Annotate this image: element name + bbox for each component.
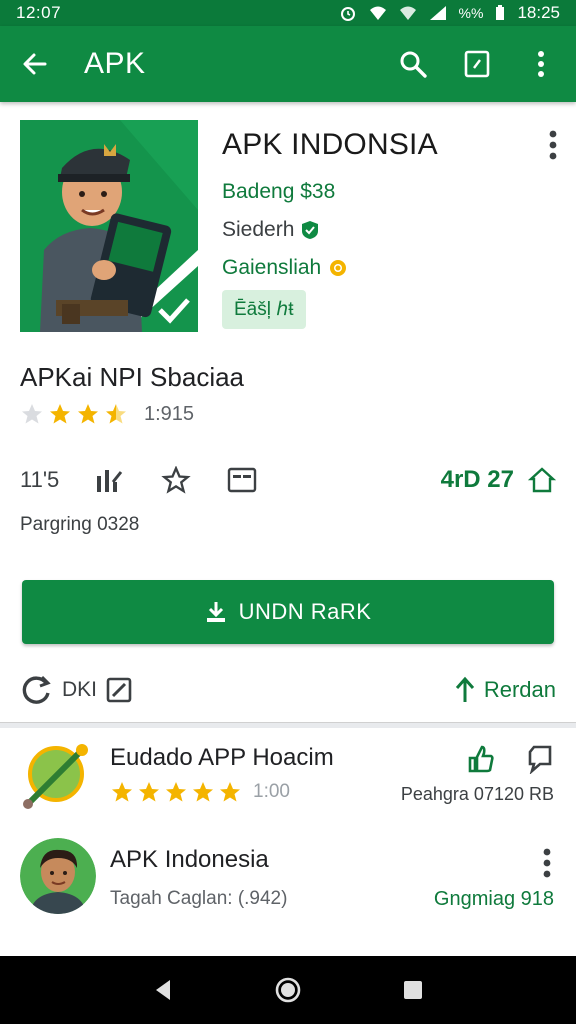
edit-icon[interactable] bbox=[460, 47, 494, 81]
stat-card[interactable] bbox=[227, 466, 257, 494]
system-nav-bar bbox=[0, 956, 576, 1024]
rating-row: 1:915 bbox=[20, 402, 194, 426]
app-icon bbox=[20, 120, 198, 332]
stat-downloads-value: 11'5 bbox=[20, 467, 60, 492]
wifi-icon bbox=[369, 6, 386, 20]
more-vert-icon[interactable] bbox=[542, 848, 552, 878]
arrow-up-icon bbox=[455, 676, 474, 702]
verified-icon bbox=[302, 221, 319, 239]
list-item-meta: Gngmiag 918 bbox=[433, 888, 554, 910]
list-item-subtitle: Tagah Caglan: (.942) bbox=[110, 888, 288, 909]
app-category-text[interactable]: Gaiensliah bbox=[222, 256, 321, 280]
signal-icon bbox=[429, 6, 446, 20]
star-icon bbox=[22, 404, 42, 424]
app-header: APK INDONSIA Badeng $38 Siederh Gaiensli… bbox=[20, 120, 560, 332]
list-item[interactable]: APK Indonesia Tagah Caglan: (.942) Gngmi… bbox=[0, 836, 576, 936]
star-icon bbox=[50, 404, 70, 424]
badge-icon bbox=[330, 260, 347, 276]
app-bar-actions bbox=[396, 47, 558, 81]
list-item-icon bbox=[20, 738, 96, 814]
list-item-title: Eudado APP Hoacim bbox=[110, 744, 334, 771]
status-time-right: 18:25 bbox=[517, 3, 560, 22]
app-bar: APK bbox=[0, 26, 576, 102]
refresh-icon bbox=[22, 675, 51, 704]
install-button-label: UNDN RaRK bbox=[238, 599, 372, 624]
star-half-icon bbox=[106, 404, 126, 424]
paging-text: Pargring 0328 bbox=[20, 514, 140, 535]
like-icon[interactable] bbox=[466, 744, 496, 774]
stats-right: 4rD 27 bbox=[441, 466, 556, 494]
status-icons: %% 18:25 bbox=[339, 3, 560, 23]
app-meta-text: Siederh bbox=[222, 218, 295, 241]
card-icon bbox=[228, 467, 257, 493]
back-nav-icon[interactable] bbox=[143, 970, 183, 1010]
content-rating-chip: Ēāšļ ℎŧ bbox=[222, 290, 306, 329]
search-icon[interactable] bbox=[396, 47, 430, 81]
wifi-icon-2 bbox=[399, 6, 416, 20]
star-outline-icon bbox=[161, 466, 191, 494]
app-name: APK INDONSIA bbox=[222, 128, 438, 161]
sub-actions: DKI Rerdan bbox=[20, 670, 556, 710]
avatar bbox=[20, 838, 96, 914]
image-icon[interactable] bbox=[105, 676, 133, 704]
star-icon bbox=[139, 782, 159, 802]
list-item-meta: Peahgra 07120 RB bbox=[400, 784, 554, 804]
download-icon bbox=[206, 602, 225, 622]
star-icon bbox=[166, 782, 186, 802]
install-button[interactable]: UNDN RaRK bbox=[22, 580, 554, 644]
comment-icon[interactable] bbox=[526, 744, 554, 774]
star-icon bbox=[220, 782, 240, 802]
status-bar: 12:07 %% 18:25 bbox=[0, 0, 576, 26]
stat-downloads: 11'5 bbox=[20, 467, 59, 493]
app-info: APK INDONSIA Badeng $38 Siederh Gaiensli… bbox=[222, 128, 542, 329]
sub-actions-left[interactable]: DKI bbox=[20, 673, 133, 707]
stat-chart bbox=[95, 466, 125, 494]
stats-right-text: 4rD 27 bbox=[440, 466, 514, 493]
app-meta-line: Siederh bbox=[222, 218, 542, 242]
sub-action-left-label: DKI bbox=[62, 678, 98, 701]
status-time-left: 12:07 bbox=[16, 3, 62, 22]
stats-row: 11'5 4rD 27 bbox=[20, 460, 556, 500]
sub-action-right-label: Rerdan bbox=[483, 677, 556, 702]
battery-icon bbox=[496, 5, 505, 20]
section-title: APKai NPI Sbaciaa bbox=[20, 362, 245, 392]
bars-icon bbox=[97, 470, 123, 492]
section-divider bbox=[0, 722, 576, 728]
more-vert-icon[interactable] bbox=[524, 47, 558, 81]
battery-percent-text: %% bbox=[458, 5, 484, 21]
sub-actions-right[interactable]: Rerdan bbox=[454, 676, 556, 704]
developer-name[interactable]: Badeng $38 bbox=[222, 180, 542, 204]
app-category-line: Gaiensliah bbox=[222, 256, 542, 280]
list-item-rating: 1:00 bbox=[110, 780, 290, 804]
list-item-title: APK Indonesia bbox=[110, 846, 269, 873]
rating-count: 1:915 bbox=[144, 402, 195, 425]
home-nav-icon[interactable] bbox=[268, 970, 308, 1010]
more-vert-icon[interactable] bbox=[548, 130, 558, 160]
back-arrow-icon[interactable] bbox=[18, 47, 52, 81]
stat-star[interactable] bbox=[161, 466, 191, 494]
star-icon bbox=[112, 782, 132, 802]
star-icon bbox=[193, 782, 213, 802]
star-icon bbox=[78, 404, 98, 424]
alarm-icon bbox=[340, 7, 355, 21]
home-outline-icon[interactable] bbox=[528, 466, 556, 494]
list-item-actions bbox=[466, 744, 554, 774]
list-item-rating-text: 1:00 bbox=[253, 781, 290, 802]
app-bar-title: APK bbox=[84, 47, 146, 80]
list-item[interactable]: Eudado APP Hoacim 1:00 Peahgra 07120 RB bbox=[0, 736, 576, 836]
recents-nav-icon[interactable] bbox=[393, 970, 433, 1010]
